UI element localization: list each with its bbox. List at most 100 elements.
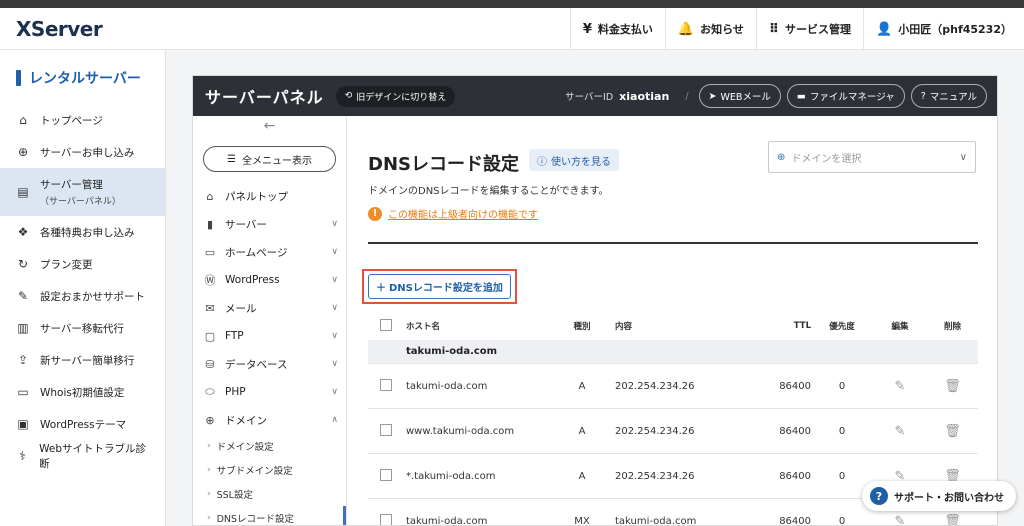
upload-icon: ⇪ xyxy=(17,353,29,367)
panel-nav-homepage[interactable]: ▭ ホームページ ∨ xyxy=(193,238,346,266)
main-sidebar: レンタルサーバー ⌂ トップページ ⊕ サーバーお申し込み ▤ サーバー管理 （サーバー… xyxy=(0,50,166,526)
panel-header: サーバーパネル ⟲ 旧デザインに切り替え サーバーID xiaotian / ➤ W… xyxy=(193,76,997,116)
panel-nav-top[interactable]: ⌂ パネルトップ xyxy=(193,182,346,210)
trash-icon[interactable]: 🗑 xyxy=(944,379,961,394)
monitor-icon: ▢ xyxy=(204,329,216,343)
old-design-button[interactable]: ⟲ 旧デザインに切り替え xyxy=(335,85,456,107)
panel-nav-domain[interactable]: ⊕ ドメイン ∧ xyxy=(193,406,346,434)
cell-content: 202.254.234.26 xyxy=(615,470,695,482)
trash-icon[interactable]: 🗑 xyxy=(944,514,961,526)
mail-icon: ✉ xyxy=(205,301,215,315)
panel-subnav-ssl[interactable]: › SSL設定 xyxy=(193,482,346,506)
section-divider xyxy=(368,242,978,244)
chevron-down-icon: ∨ xyxy=(331,275,338,285)
support-contact-button[interactable]: ? サポート・お問い合わせ xyxy=(862,481,1016,511)
advanced-warning: ! この機能は上級者向けの機能です xyxy=(368,206,538,221)
manual-button[interactable]: ? マニュアル xyxy=(910,84,987,108)
panel-nav-wordpress[interactable]: Ⓦ WordPress ∨ xyxy=(193,266,346,294)
cell-priority: 0 xyxy=(838,470,846,482)
notifications-link[interactable]: 🔔 お知らせ xyxy=(664,8,756,50)
col-delete: 削除 xyxy=(943,322,961,332)
cell-host: takumi-oda.com xyxy=(406,380,488,392)
payment-label: 料金支払い xyxy=(597,23,653,36)
col-edit: 編集 xyxy=(891,322,909,332)
edit-pencil-icon[interactable]: ✎ xyxy=(895,379,906,394)
panel-nav-ftp[interactable]: ▢ FTP ∨ xyxy=(193,322,346,350)
chevron-down-icon: ∨ xyxy=(331,219,338,229)
switch-icon: ⟲ xyxy=(344,91,353,101)
header-nav: ¥ 料金支払い 🔔 お知らせ ⠿ サービス管理 👤 小田匠（phf45232） xyxy=(569,8,1024,50)
divider-slash: / xyxy=(685,90,689,102)
server-icon: ▮ xyxy=(206,217,214,231)
table-header: ホスト名 種別 内容 TTL 優先度 編集 削除 xyxy=(368,312,978,340)
chevron-down-icon: ∨ xyxy=(331,247,338,257)
sidebar-item-top[interactable]: ⌂ トップページ xyxy=(0,104,165,136)
edit-pencil-icon[interactable]: ✎ xyxy=(895,514,906,526)
sidebar-item-diagnosis[interactable]: ⚕ Webサイトトラブル診断 xyxy=(0,440,165,472)
sidebar-item-setup-support[interactable]: ✎ 設定おまかせサポート xyxy=(0,280,165,312)
advanced-warning-link[interactable]: この機能は上級者向けの機能です xyxy=(388,206,538,221)
xserver-logo[interactable]: XServer xyxy=(16,17,103,41)
panel-subnav-domain-settings[interactable]: › ドメイン設定 xyxy=(193,434,346,458)
payment-link[interactable]: ¥ 料金支払い xyxy=(569,8,665,50)
panel-nav-server[interactable]: ▮ サーバー ∨ xyxy=(193,210,346,238)
file-manager-button[interactable]: ▬ ファイルマネージャ xyxy=(786,84,905,108)
plus-icon: ＋ xyxy=(376,283,386,294)
panel-nav-label: サーバー xyxy=(225,218,267,231)
row-checkbox[interactable] xyxy=(380,423,392,436)
account-menu[interactable]: 👤 小田匠（phf45232） xyxy=(863,8,1024,50)
sidebar-item-benefits[interactable]: ❖ 各種特典お申し込み xyxy=(0,216,165,248)
col-priority: 優先度 xyxy=(829,322,855,332)
cell-type: A xyxy=(578,470,586,482)
row-checkbox[interactable] xyxy=(380,468,392,481)
panel-subnav-dns[interactable]: › DNSレコード設定 xyxy=(193,506,346,525)
grid-icon: ⠿ xyxy=(768,21,780,37)
chevron-down-icon: ∨ xyxy=(331,387,338,397)
sidebar-title-text: レンタルサーバー xyxy=(29,71,141,87)
col-content: 内容 xyxy=(615,322,633,332)
sidebar-item-server-management[interactable]: ▤ サーバー管理 （サーバーパネル） xyxy=(0,168,165,216)
trash-icon[interactable]: 🗑 xyxy=(944,424,961,439)
cell-content: takumi-oda.com xyxy=(615,515,697,526)
server-panel: サーバーパネル ⟲ 旧デザインに切り替え サーバーID xiaotian / ➤ W… xyxy=(192,75,998,526)
panel-nav-database[interactable]: ⛁ データベース ∨ xyxy=(193,350,346,378)
domain-select[interactable]: ⊕ ドメインを選択 ∨ xyxy=(768,141,976,173)
back-arrow-icon[interactable]: ← xyxy=(193,116,346,138)
sidebar-item-migration[interactable]: ▥ サーバー移転代行 xyxy=(0,312,165,344)
cell-content: 202.254.234.26 xyxy=(615,425,695,437)
webmail-label: WEBメール xyxy=(720,92,771,103)
row-checkbox[interactable] xyxy=(380,513,392,525)
sidebar-item-easy-migration[interactable]: ⇪ 新サーバー簡単移行 xyxy=(0,344,165,376)
sidebar-item-whois[interactable]: ▭ Whois初期値設定 xyxy=(0,376,165,408)
howto-button[interactable]: ⓘ 使い方を見る xyxy=(529,149,619,171)
panel-nav-label: メール xyxy=(225,302,257,315)
stethoscope-icon: ⚕ xyxy=(19,449,26,463)
edit-pencil-icon[interactable]: ✎ xyxy=(895,424,906,439)
sidebar-item-apply[interactable]: ⊕ サーバーお申し込み xyxy=(0,136,165,168)
sidebar-item-label: 各種特典お申し込み xyxy=(40,226,135,239)
chevron-right-icon: › xyxy=(207,489,211,499)
wrench-icon: ✎ xyxy=(17,289,29,303)
top-header: XServer ¥ 料金支払い 🔔 お知らせ ⠿ サービス管理 👤 小田匠（phf452… xyxy=(0,8,1024,50)
all-menu-button[interactable]: ☰ 全メニュー表示 xyxy=(203,146,336,172)
window-top-strip xyxy=(0,0,1024,8)
panel-nav-label: FTP xyxy=(225,330,244,342)
col-host: ホスト名 xyxy=(406,322,441,332)
sidebar-item-wp-theme[interactable]: ▣ WordPressテーマ xyxy=(0,408,165,440)
row-checkbox[interactable] xyxy=(380,378,392,391)
panel-subnav-subdomain[interactable]: › サブドメイン設定 xyxy=(193,458,346,482)
sidebar-item-plan-change[interactable]: ↻ プラン変更 xyxy=(0,248,165,280)
server-icon: ▤ xyxy=(17,185,29,199)
panel-nav-mail[interactable]: ✉ メール ∨ xyxy=(193,294,346,322)
panel-nav-php[interactable]: ⬭ PHP ∨ xyxy=(193,378,346,406)
question-icon: ? xyxy=(870,487,888,505)
service-management-link[interactable]: ⠿ サービス管理 xyxy=(755,8,863,50)
panel-nav-label: WordPress xyxy=(225,274,280,286)
select-all-checkbox[interactable] xyxy=(380,318,392,331)
webmail-button[interactable]: ➤ WEBメール xyxy=(698,84,781,108)
panel-subnav-label: SSL設定 xyxy=(216,490,253,501)
refresh-icon: ↻ xyxy=(17,257,29,271)
warning-icon: ! xyxy=(368,206,382,221)
add-dns-record-button[interactable]: ＋ DNSレコード設定を追加 xyxy=(368,274,511,299)
hamburger-icon: ☰ xyxy=(227,153,236,165)
